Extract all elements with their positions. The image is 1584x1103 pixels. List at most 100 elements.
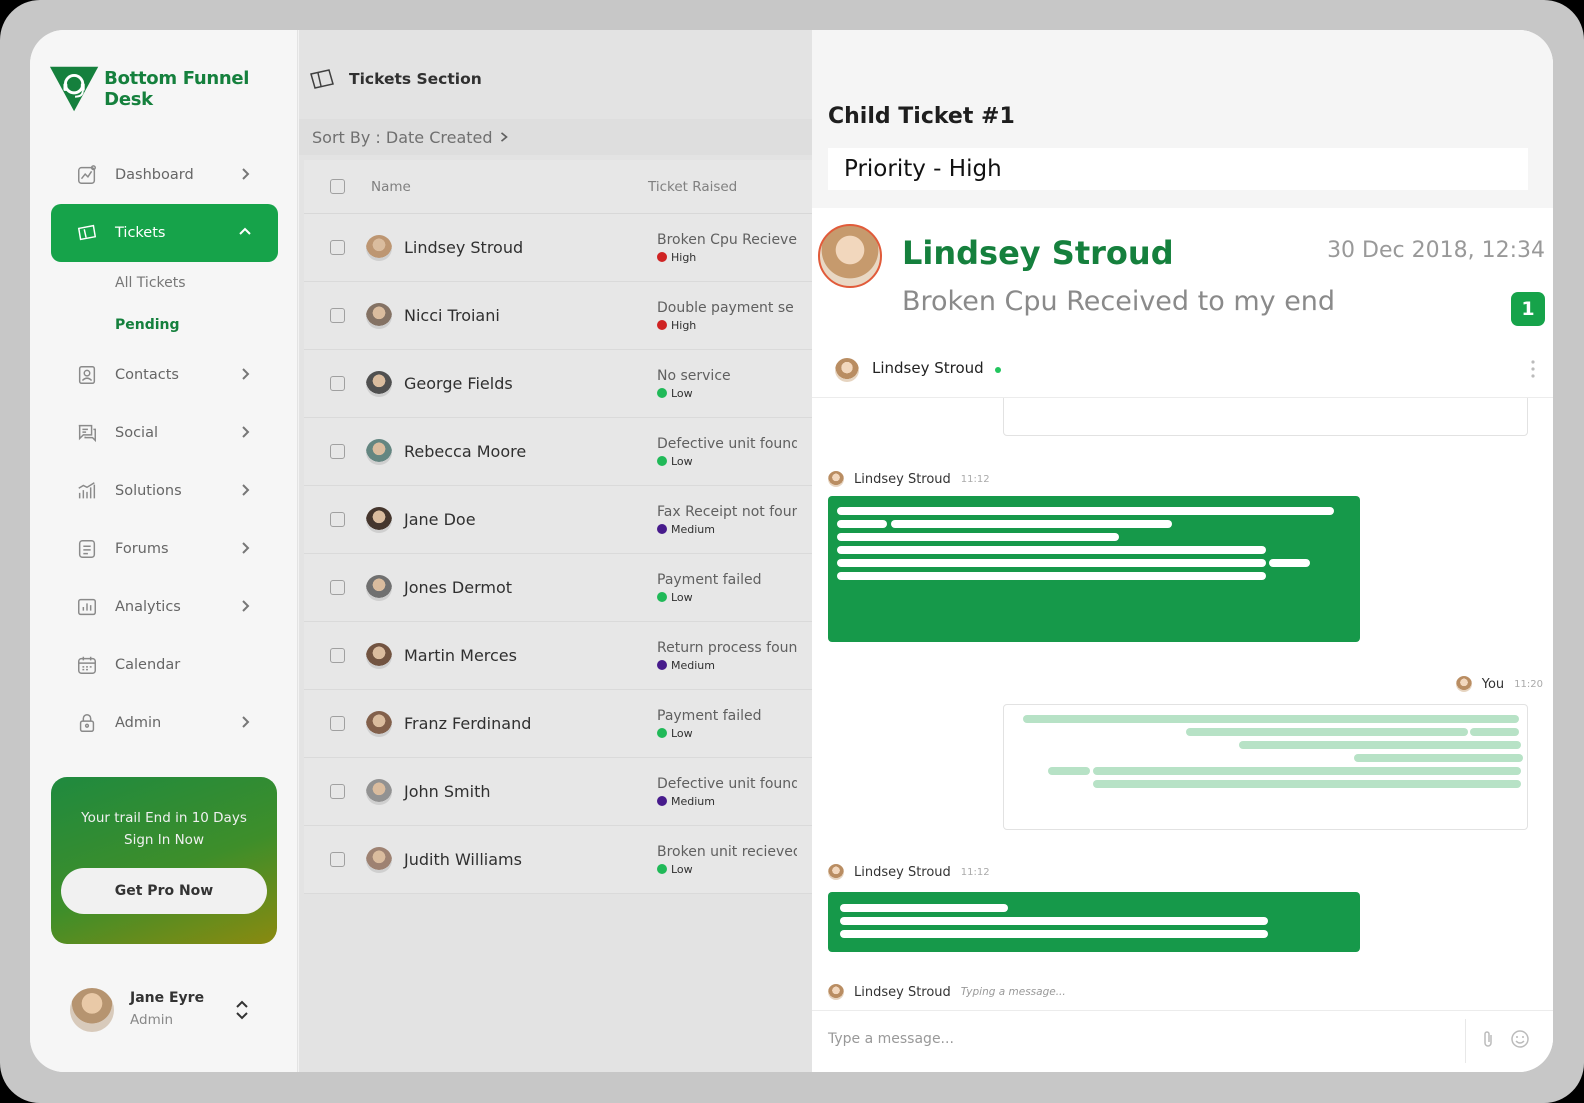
lock-icon bbox=[75, 711, 99, 735]
text-line-placeholder bbox=[891, 520, 1172, 528]
row-ticket: Payment failed bbox=[657, 707, 762, 724]
row-checkbox[interactable] bbox=[330, 852, 345, 867]
select-all-checkbox[interactable] bbox=[330, 179, 345, 194]
row-checkbox[interactable] bbox=[330, 784, 345, 799]
sidebar-item-tickets[interactable]: Tickets bbox=[51, 204, 278, 262]
sort-dropdown[interactable]: Sort By : Date Created bbox=[299, 119, 812, 155]
section-header: Tickets Section bbox=[309, 68, 482, 90]
row-checkbox[interactable] bbox=[330, 512, 345, 527]
get-pro-button[interactable]: Get Pro Now bbox=[61, 868, 267, 914]
table-row[interactable]: Jones Dermot Payment failed Low bbox=[304, 554, 812, 622]
divider bbox=[1465, 1019, 1466, 1063]
chart-line-icon bbox=[75, 163, 99, 187]
row-checkbox[interactable] bbox=[330, 240, 345, 255]
row-checkbox[interactable] bbox=[330, 444, 345, 459]
chevron-right-icon bbox=[238, 483, 252, 497]
priority-label: Medium bbox=[671, 522, 715, 536]
customer-name[interactable]: Lindsey Stroud bbox=[902, 234, 1174, 272]
avatar bbox=[366, 234, 392, 261]
priority-tag: Medium bbox=[657, 659, 797, 672]
chevron-right-icon bbox=[238, 541, 252, 555]
text-line-placeholder bbox=[1093, 767, 1521, 775]
avatar bbox=[828, 864, 844, 880]
text-line-placeholder bbox=[837, 507, 1334, 515]
row-ticket: Broken Cpu Recieved bbox=[657, 231, 797, 248]
table-row[interactable]: Franz Ferdinand Payment failed Low bbox=[304, 690, 812, 758]
sidebar-item-admin[interactable]: Admin bbox=[51, 694, 278, 752]
sidebar-item-dashboard[interactable]: Dashboard bbox=[51, 146, 278, 204]
table-row[interactable]: Lindsey Stroud Broken Cpu Recieved High bbox=[304, 214, 812, 282]
row-ticket: No service bbox=[657, 367, 731, 384]
emoji-icon[interactable] bbox=[1510, 1029, 1530, 1049]
sidebar-item-contacts[interactable]: Contacts bbox=[51, 346, 278, 404]
sidebar-item-label: Forums bbox=[115, 541, 169, 557]
text-line-placeholder bbox=[837, 546, 1266, 554]
table-row[interactable]: George Fields No service Low bbox=[304, 350, 812, 418]
message-input[interactable]: Type a message... bbox=[828, 1031, 954, 1047]
text-line-placeholder bbox=[840, 904, 1008, 912]
priority-label: Medium bbox=[671, 794, 715, 808]
avatar bbox=[366, 574, 392, 601]
sidebar-item-forums[interactable]: Forums bbox=[51, 520, 278, 578]
table-row[interactable]: Martin Merces Return process foun Medium bbox=[304, 622, 812, 690]
text-line-placeholder bbox=[1470, 728, 1519, 736]
ticket-icon bbox=[75, 221, 99, 245]
chevron-up-icon bbox=[238, 225, 252, 239]
priority-tag: Low bbox=[657, 727, 797, 740]
column-header-ticket: Ticket Raised bbox=[648, 178, 738, 195]
row-ticket-cell: Defective unit found Low bbox=[657, 436, 797, 468]
sidebar-item-analytics[interactable]: Analytics bbox=[51, 578, 278, 636]
sidebar-item-social[interactable]: Social bbox=[51, 404, 278, 462]
trial-promo-card: Your trail End in 10 Days Sign In Now Ge… bbox=[51, 777, 277, 944]
priority-tag: High bbox=[657, 319, 797, 332]
row-checkbox[interactable] bbox=[330, 716, 345, 731]
row-checkbox[interactable] bbox=[330, 308, 345, 323]
paperclip-icon[interactable] bbox=[1480, 1029, 1496, 1049]
user-profile[interactable]: Jane Eyre Admin bbox=[70, 988, 260, 1034]
priority-dot bbox=[657, 388, 667, 398]
sidebar-item-solutions[interactable]: Solutions bbox=[51, 462, 278, 520]
sidebar-item-calendar[interactable]: Calendar bbox=[51, 636, 278, 694]
panel-header: Child Ticket #1 Priority - High bbox=[812, 30, 1553, 208]
priority-dot bbox=[657, 320, 667, 330]
sidebar-item-label: Tickets bbox=[115, 225, 166, 241]
sidebar-subitem-pending[interactable]: Pending bbox=[51, 304, 278, 346]
row-name: Nicci Troiani bbox=[404, 306, 500, 325]
table-row[interactable]: Judith Williams Broken unit recieved Low bbox=[304, 826, 812, 894]
avatar bbox=[366, 710, 392, 737]
chevron-right-icon bbox=[238, 167, 252, 181]
avatar bbox=[70, 988, 114, 1032]
row-ticket-cell: Defective unit found Medium bbox=[657, 776, 797, 808]
row-checkbox[interactable] bbox=[330, 376, 345, 391]
avatar bbox=[366, 438, 392, 465]
row-checkbox[interactable] bbox=[330, 580, 345, 595]
table-header: Name Ticket Raised bbox=[304, 160, 812, 214]
priority-field[interactable]: Priority - High bbox=[828, 148, 1528, 190]
more-vertical-icon[interactable] bbox=[1531, 360, 1535, 378]
priority-dot bbox=[657, 796, 667, 806]
table-row[interactable]: John Smith Defective unit found Medium bbox=[304, 758, 812, 826]
row-checkbox[interactable] bbox=[330, 648, 345, 663]
text-line-placeholder bbox=[1239, 741, 1521, 749]
row-ticket-cell: Broken Cpu Recieved High bbox=[657, 232, 797, 264]
text-line-placeholder bbox=[840, 917, 1268, 925]
avatar bbox=[366, 642, 392, 669]
device-frame: Bottom Funnel Desk Dashboard Tickets All… bbox=[0, 0, 1584, 1103]
text-line-placeholder bbox=[1354, 754, 1523, 762]
table-row[interactable]: Rebecca Moore Defective unit found Low bbox=[304, 418, 812, 486]
message-composer: Type a message... bbox=[812, 1010, 1553, 1072]
brand-logo[interactable]: Bottom Funnel Desk bbox=[48, 62, 297, 116]
priority-tag: Low bbox=[657, 455, 797, 468]
chat-contact-name: Lindsey Stroud bbox=[872, 359, 984, 377]
calendar-icon bbox=[75, 653, 99, 677]
row-ticket: Double payment se bbox=[657, 299, 794, 316]
chevron-updown-icon[interactable] bbox=[234, 998, 250, 1022]
table-row[interactable]: Jane Doe Fax Receipt not foun Medium bbox=[304, 486, 812, 554]
row-ticket: Payment failed bbox=[657, 571, 762, 588]
table-row[interactable]: Nicci Troiani Double payment se High bbox=[304, 282, 812, 350]
text-line-placeholder bbox=[837, 520, 887, 528]
row-ticket-cell: Payment failed Low bbox=[657, 572, 797, 604]
row-name: Martin Merces bbox=[404, 646, 517, 665]
sidebar-subitem-all-tickets[interactable]: All Tickets bbox=[51, 262, 278, 304]
row-name: Franz Ferdinand bbox=[404, 714, 532, 733]
